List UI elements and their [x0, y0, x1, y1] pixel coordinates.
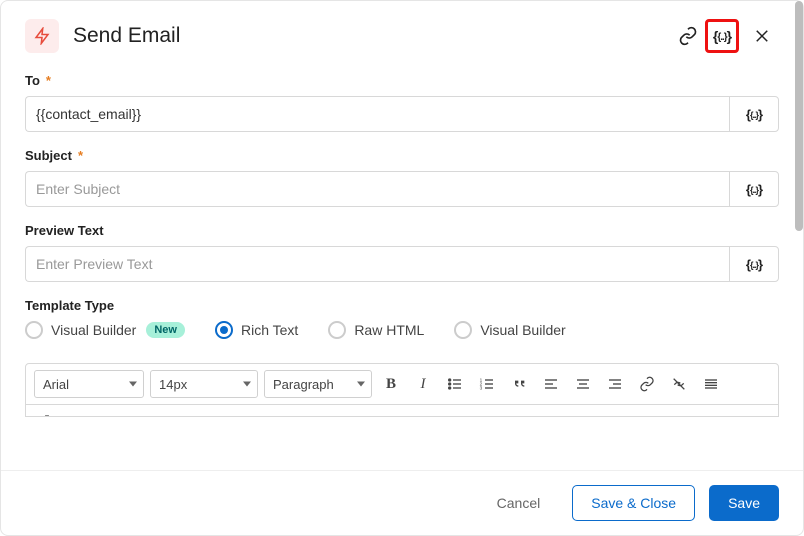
merge-icon: {{..}} — [746, 107, 762, 122]
italic-button[interactable]: I — [410, 371, 436, 397]
subject-input[interactable] — [25, 171, 729, 207]
label-to: To * — [25, 73, 779, 88]
keyboard-icon[interactable] — [68, 409, 94, 417]
radio-visual-builder-3[interactable]: Visual Builder — [454, 321, 565, 339]
radio-label: Visual Builder — [480, 322, 565, 338]
label-template-type: Template Type — [25, 298, 779, 313]
modal-footer: Cancel Save & Close Save — [1, 470, 803, 535]
field-subject: Subject * {{..}} — [25, 148, 779, 207]
insert-link-button[interactable] — [634, 371, 660, 397]
to-input[interactable] — [25, 96, 729, 132]
merge-icon: {{..}} — [746, 182, 762, 197]
radio-rich-text-1[interactable]: Rich Text — [215, 321, 298, 339]
radio-label: Raw HTML — [354, 322, 424, 338]
label-to-text: To — [25, 73, 40, 88]
lightning-icon — [25, 19, 59, 53]
send-email-modal: Send Email {{..}} To * {{..}} — [0, 0, 804, 536]
field-template-type: Template Type Visual Builder New Rich Text… — [25, 298, 779, 339]
link-icon[interactable] — [671, 19, 705, 53]
bold-button[interactable]: B — [378, 371, 404, 397]
radio-icon — [454, 321, 472, 339]
align-left-button[interactable] — [538, 371, 564, 397]
modal-title: Send Email — [73, 24, 180, 48]
radio-label: Rich Text — [241, 322, 298, 338]
save-close-button[interactable]: Save & Close — [572, 485, 695, 521]
save-button[interactable]: Save — [709, 485, 779, 521]
label-preview-text: Preview Text — [25, 223, 104, 238]
modal-header: Send Email {{..}} — [1, 1, 803, 57]
label-subject: Subject * — [25, 148, 779, 163]
font-select[interactable]: Arial — [34, 370, 144, 398]
new-badge: New — [146, 322, 185, 338]
editor-toolbar: Arial 14px Paragraph B I 123 — [25, 363, 779, 405]
radio-raw-html-2[interactable]: Raw HTML — [328, 321, 424, 339]
to-merge-button[interactable]: {{..}} — [729, 96, 779, 132]
required-star: * — [78, 148, 83, 163]
unordered-list-button[interactable] — [442, 371, 468, 397]
subject-merge-button[interactable]: {{..}} — [729, 171, 779, 207]
merge-tags-button[interactable]: {{..}} — [705, 19, 739, 53]
close-button[interactable] — [745, 19, 779, 53]
preview-input[interactable] — [25, 246, 729, 282]
scrollbar[interactable] — [795, 1, 803, 231]
svg-text:3: 3 — [480, 385, 483, 390]
cancel-button[interactable]: Cancel — [479, 485, 559, 521]
merge-icon: {{..}} — [746, 257, 762, 272]
align-justify-button[interactable] — [698, 371, 724, 397]
radio-icon — [215, 321, 233, 339]
unlink-button[interactable] — [666, 371, 692, 397]
radio-icon — [328, 321, 346, 339]
align-center-button[interactable] — [570, 371, 596, 397]
ordered-list-button[interactable]: 123 — [474, 371, 500, 397]
required-star: * — [46, 73, 51, 88]
size-select[interactable]: 14px — [150, 370, 258, 398]
merge-icon: {{..}} — [713, 28, 731, 44]
label-subject-text: Subject — [25, 148, 72, 163]
preview-merge-button[interactable]: {{..}} — [729, 246, 779, 282]
field-to: To * {{..}} — [25, 73, 779, 132]
align-right-button[interactable] — [602, 371, 628, 397]
modal-body: To * {{..}} Subject * {{..}} — [1, 57, 803, 470]
editor-toolbar-row2 — [25, 405, 779, 417]
radio-label: Visual Builder — [51, 322, 136, 338]
quote-button[interactable] — [506, 371, 532, 397]
label-template-type-text: Template Type — [25, 298, 114, 313]
field-preview: Preview Text {{..}} — [25, 223, 779, 282]
settings-icon[interactable] — [34, 409, 60, 417]
radio-icon — [25, 321, 43, 339]
block-select[interactable]: Paragraph — [264, 370, 372, 398]
radio-visual-builder-0[interactable]: Visual Builder New — [25, 321, 185, 339]
label-preview: Preview Text — [25, 223, 779, 238]
